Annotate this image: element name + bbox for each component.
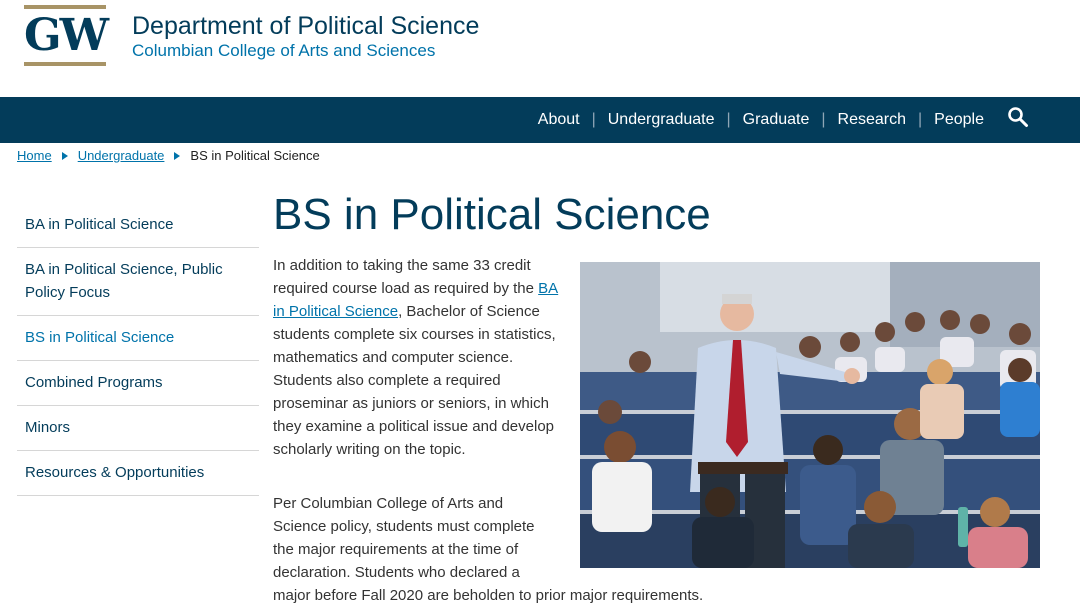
- nav-about[interactable]: About: [538, 111, 580, 129]
- nav-research[interactable]: Research: [838, 111, 906, 129]
- sidebar-item-ba-public-policy[interactable]: BA in Political Science, Public Policy F…: [17, 248, 259, 316]
- nav-undergraduate[interactable]: Undergraduate: [608, 111, 715, 129]
- classroom-photo: [580, 262, 1040, 568]
- site-header: GW Department of Political Science Colum…: [0, 0, 1080, 97]
- policy-line: major before Fall 2020 are beholden to p…: [273, 587, 704, 604]
- breadcrumb-arrow-icon: [61, 151, 68, 160]
- nav-graduate[interactable]: Graduate: [743, 111, 810, 129]
- sidebar-item-bs[interactable]: BS in Political Science: [17, 316, 259, 361]
- sidebar-item-combined-programs[interactable]: Combined Programs: [17, 361, 259, 406]
- main-nav: About | Undergraduate | Graduate | Resea…: [0, 97, 1080, 143]
- gw-logo[interactable]: GW: [24, 5, 109, 66]
- nav-separator: |: [821, 111, 826, 128]
- college-subtitle[interactable]: Columbian College of Arts and Sciences: [132, 41, 435, 61]
- nav-people[interactable]: People: [934, 111, 984, 129]
- nav-separator: |: [918, 111, 923, 128]
- sidebar-item-ba[interactable]: BA in Political Science: [17, 202, 259, 248]
- intro-paragraph: In addition to taking the same 33 credit…: [273, 254, 563, 461]
- nav-separator: |: [591, 111, 596, 128]
- sidebar-nav: BA in Political Science BA in Political …: [17, 202, 259, 496]
- logo-text: GW: [24, 10, 109, 61]
- department-title[interactable]: Department of Political Science: [132, 12, 479, 41]
- nav-items: About | Undergraduate | Graduate | Resea…: [538, 97, 984, 143]
- nav-separator: |: [726, 111, 731, 128]
- breadcrumb: Home Undergraduate BS in Political Scien…: [17, 148, 320, 163]
- breadcrumb-arrow-icon: [174, 151, 181, 160]
- breadcrumb-home[interactable]: Home: [17, 148, 52, 163]
- sidebar-item-minors[interactable]: Minors: [17, 406, 259, 451]
- logo-bottom-bar: [24, 62, 106, 66]
- search-icon[interactable]: [1007, 106, 1029, 128]
- intro-text-end: , Bachelor of Science students complete …: [273, 303, 556, 458]
- breadcrumb-undergraduate[interactable]: Undergraduate: [78, 148, 165, 163]
- sidebar-item-resources[interactable]: Resources & Opportunities: [17, 451, 259, 496]
- breadcrumb-current: BS in Political Science: [190, 148, 320, 163]
- intro-text-start: In addition to taking the same 33 credit…: [273, 257, 539, 297]
- page-title: BS in Political Science: [273, 190, 711, 239]
